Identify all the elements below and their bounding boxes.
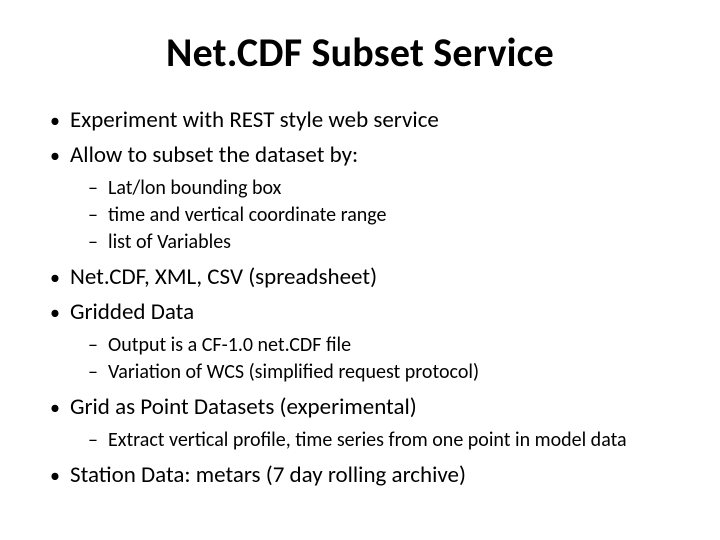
sub-bullet-list: Extract vertical profile, time series fr… xyxy=(28,427,692,454)
sub-bullet-list: Lat/lon bounding box time and vertical c… xyxy=(28,175,692,256)
sub-bullet-list: Output is a CF-1.0 net.CDF file Variatio… xyxy=(28,332,692,386)
slide-title: Net.CDF Subset Service xyxy=(28,28,692,77)
bullet-item: Experiment with REST style web service xyxy=(28,105,692,136)
bullet-item: Net.CDF, XML, CSV (spreadsheet) xyxy=(28,262,692,293)
bullet-item: Gridded Data xyxy=(28,297,692,328)
sub-bullet-item: list of Variables xyxy=(28,229,692,256)
bullet-item: Allow to subset the dataset by: xyxy=(28,140,692,171)
slide: Net.CDF Subset Service Experiment with R… xyxy=(0,0,720,540)
bullet-list: Experiment with REST style web service A… xyxy=(28,105,692,491)
bullet-item: Station Data: metars (7 day rolling arch… xyxy=(28,460,692,491)
sub-bullet-item: Output is a CF-1.0 net.CDF file xyxy=(28,332,692,359)
bullet-item: Grid as Point Datasets (experimental) xyxy=(28,392,692,423)
sub-bullet-item: Lat/lon bounding box xyxy=(28,175,692,202)
sub-bullet-item: time and vertical coordinate range xyxy=(28,202,692,229)
sub-bullet-item: Extract vertical profile, time series fr… xyxy=(28,427,692,454)
sub-bullet-item: Variation of WCS (simplified request pro… xyxy=(28,359,692,386)
